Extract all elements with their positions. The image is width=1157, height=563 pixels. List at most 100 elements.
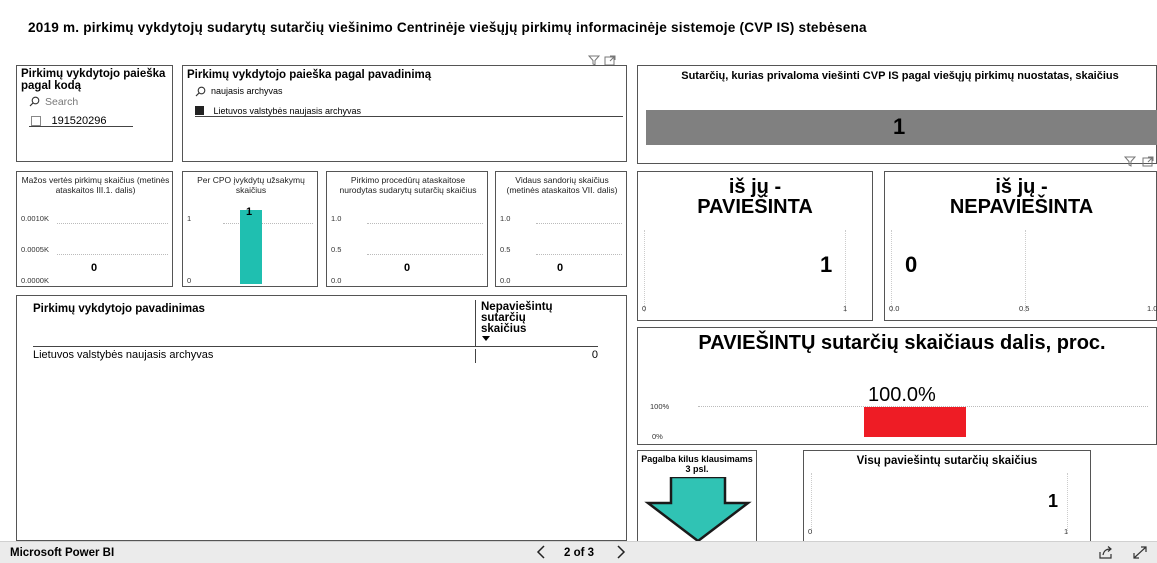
table-row[interactable]: Lietuvos valstybės naujasis archyvas 0	[33, 349, 598, 365]
mini-chart-tick: 1.0	[331, 214, 342, 223]
filter-icon[interactable]	[1124, 156, 1136, 167]
mini-chart-card[interactable]: Mažos vertės pirkimų skaičius (metinės a…	[16, 171, 173, 287]
mini-chart-tick: 1.0	[500, 214, 511, 223]
search-icon	[195, 86, 206, 97]
code-item[interactable]: 191520296	[31, 112, 107, 130]
mini-chart-value: 1	[246, 206, 253, 218]
published-line2: PAVIEŠINTA	[697, 196, 813, 218]
mini-chart-gridline	[367, 223, 483, 224]
table-header-name[interactable]: Pirkimų vykdytojo pavadinimas	[33, 303, 205, 315]
mini-chart-title: Per CPO įvykdytų užsakymų skaičius	[197, 175, 305, 195]
unpublished-gridline-2	[1025, 230, 1026, 312]
help-label: Pagalba kilus klausimams 3 psl.	[641, 454, 753, 474]
total-gridline-right	[1067, 473, 1068, 533]
mini-chart-gridline	[536, 223, 622, 224]
table-header-count[interactable]: Nepaviešintų sutarčių skaičius	[481, 301, 561, 335]
page-indicator: 2 of 3	[564, 547, 595, 559]
name-underline	[195, 116, 623, 117]
published-gridline-right	[845, 230, 846, 312]
powerbi-brand-link[interactable]: Microsoft Power BI	[10, 547, 114, 559]
code-item-label: 191520296	[51, 114, 107, 127]
mini-chart-tick: 0.0010K	[21, 214, 49, 223]
mini-chart-title: Vidaus sandorių skaičius (metinės ataska…	[506, 175, 618, 195]
mini-chart-card[interactable]: Vidaus sandorių skaičius (metinės ataska…	[495, 171, 627, 287]
code-slicer-title: Pirkimų vykdytojo paieška pagal kodą	[21, 68, 166, 92]
name-item-checkbox[interactable]	[195, 106, 204, 116]
mini-chart-tick: 0.0005K	[21, 245, 49, 254]
table-column-divider	[475, 300, 476, 346]
fullscreen-icon[interactable]	[1133, 546, 1147, 559]
table-cell-count: 0	[591, 349, 598, 361]
share-tick-100: 100%	[650, 402, 670, 411]
mini-chart-gridline	[223, 223, 313, 224]
arrow-down-icon[interactable]	[642, 477, 754, 541]
unpublished-value: 0	[905, 252, 918, 277]
mini-chart-tick: 0.5	[500, 245, 511, 254]
mini-chart-card[interactable]: Per CPO įvykdytų užsakymų skaičius 1 0 1	[182, 171, 318, 287]
table-cell-name: Lietuvos valstybės naujasis archyvas	[33, 349, 214, 361]
total-published-title: Visų paviešintų sutarčių skaičius	[856, 455, 1038, 467]
total-axis-min: 0	[808, 527, 813, 536]
code-search-box[interactable]: Search	[29, 96, 129, 108]
mini-chart-card[interactable]: Pirkimo procedūrų ataskaitose nurodytas …	[326, 171, 488, 287]
name-slicer-title: Pirkimų vykdytojo paieška pagal pavadini…	[187, 69, 432, 81]
unpublished-card[interactable]: iš jų - NEPAVIEŠINTA 0 0.0 0.5 1.0	[884, 171, 1157, 321]
page-title: 2019 m. pirkimų vykdytojų sudarytų sutar…	[28, 20, 867, 35]
mini-chart-gridline	[536, 254, 622, 255]
search-icon	[29, 96, 40, 107]
mini-chart-tick: 0.0	[500, 276, 511, 285]
contracts-required-card[interactable]: Sutarčių, kurias privaloma viešinti CVP …	[637, 65, 1157, 164]
mini-chart-value: 0	[557, 262, 564, 274]
table-header-underline	[33, 346, 598, 347]
name-item-label: Lietuvos valstybės naujasis archyvas	[213, 105, 362, 116]
mini-chart-gridline	[57, 223, 168, 224]
share-card[interactable]: PAVIEŠINTŲ sutarčių skaičiaus dalis, pro…	[637, 327, 1157, 445]
mini-chart-title: Mažos vertės pirkimų skaičius (metinės a…	[21, 175, 170, 195]
published-line1: iš jų -	[728, 176, 782, 198]
mini-chart-tick: 0.0000K	[21, 276, 49, 285]
published-card[interactable]: iš jų - PAVIEŠINTA 1 0 1	[637, 171, 873, 321]
contracts-required-title: Sutarčių, kurias privaloma viešinti CVP …	[681, 70, 1119, 82]
name-search-box[interactable]: naujasis archyvas	[195, 85, 615, 98]
help-card[interactable]: Pagalba kilus klausimams 3 psl.	[637, 450, 757, 541]
focus-mode-icon[interactable]	[1142, 156, 1154, 167]
unpublished-table[interactable]: Pirkimų vykdytojo pavadinimas Nepaviešin…	[16, 295, 627, 541]
unpublished-line1: iš jų -	[995, 176, 1048, 198]
name-item[interactable]: Lietuvos valstybės naujasis archyvas	[195, 102, 623, 116]
total-published-value: 1	[1048, 491, 1059, 511]
footer-bar: Microsoft Power BI 2 of 3	[0, 541, 1157, 563]
prev-page-icon[interactable]	[536, 545, 546, 559]
published-value: 1	[820, 252, 833, 277]
total-published-card[interactable]: Visų paviešintų sutarčių skaičius 1 0 1	[803, 450, 1091, 541]
code-slicer[interactable]: Pirkimų vykdytojo paieška pagal kodą Sea…	[16, 65, 173, 162]
code-item-checkbox[interactable]	[31, 115, 41, 126]
share-icon[interactable]	[1099, 546, 1113, 559]
name-search-input[interactable]: naujasis archyvas	[211, 86, 283, 96]
mini-chart-value: 0	[91, 262, 98, 274]
unpublished-axis-0: 0.0	[889, 304, 900, 313]
code-underline	[29, 126, 133, 127]
next-page-icon[interactable]	[616, 545, 626, 559]
unpublished-gridline-1	[891, 230, 892, 312]
mini-chart-gridline	[57, 254, 168, 255]
mini-chart-tick: 0.5	[331, 245, 342, 254]
mini-chart-gridline	[367, 254, 483, 255]
contracts-required-value: 1	[893, 114, 906, 139]
name-slicer[interactable]: Pirkimų vykdytojo paieška pagal pavadini…	[182, 65, 627, 162]
published-gridline-left	[644, 230, 645, 312]
mini-chart-bar[interactable]	[240, 210, 262, 284]
mini-chart-tick: 1	[187, 214, 192, 223]
unpublished-axis-1: 0.5	[1019, 304, 1030, 313]
share-bar[interactable]	[864, 407, 966, 437]
code-search-placeholder: Search	[45, 96, 79, 108]
published-axis-max: 1	[843, 304, 848, 313]
sort-desc-icon[interactable]	[482, 336, 490, 341]
total-gridline-left	[811, 473, 812, 533]
mini-chart-value: 0	[404, 262, 411, 274]
unpublished-axis-2: 1.0	[1147, 304, 1157, 313]
mini-chart-title: Pirkimo procedūrų ataskaitose nurodytas …	[339, 175, 477, 195]
unpublished-line2: NEPAVIEŠINTA	[949, 196, 1094, 218]
share-tick-0: 0%	[652, 432, 663, 441]
share-value: 100.0%	[868, 384, 936, 406]
table-row-divider	[475, 349, 476, 363]
